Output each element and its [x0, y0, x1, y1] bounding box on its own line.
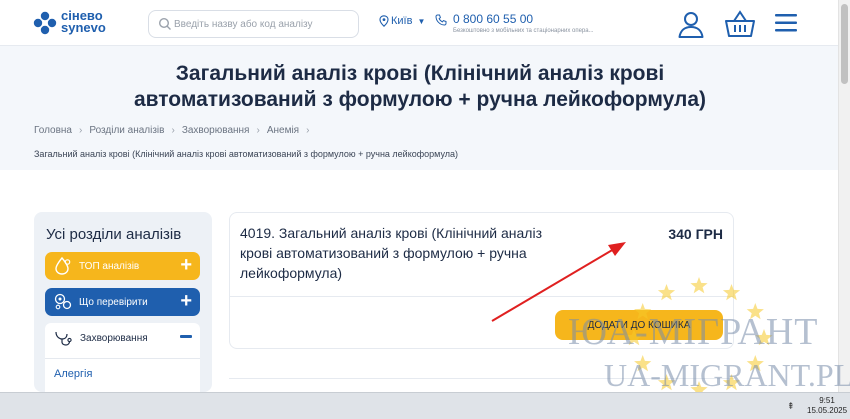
- search-box[interactable]: [148, 10, 359, 38]
- breadcrumb-anemia[interactable]: Анемія: [267, 125, 299, 136]
- stethoscope-icon: [55, 331, 72, 346]
- city-selector[interactable]: Київ ▼: [379, 15, 425, 27]
- sidebar-title: Усі розділи аналізів: [46, 226, 182, 243]
- top-analyses-label: ТОП аналізів: [79, 260, 140, 272]
- tray-expand-icon[interactable]: ⇞: [787, 401, 795, 412]
- diseases-label: Захворювання: [80, 332, 148, 344]
- sidebar-item-allergy[interactable]: Алергія: [54, 368, 92, 380]
- drop-icon: [55, 256, 71, 275]
- scrollbar-thumb[interactable]: [841, 4, 848, 84]
- breadcrumb-chevron-icon: ›: [256, 125, 260, 136]
- divider: [45, 358, 200, 359]
- clock-date: 15.05.2025: [807, 406, 848, 415]
- breadcrumb-home[interactable]: Головна: [34, 125, 72, 136]
- page-scrollbar[interactable]: [838, 0, 850, 392]
- basket-icon[interactable]: [724, 9, 756, 39]
- logo-text: сінево synevo: [61, 9, 106, 35]
- location-pin-icon: [379, 15, 389, 27]
- user-icon[interactable]: [676, 9, 706, 39]
- breadcrumb: Головна › Розділи аналізів › Захворюванн…: [34, 125, 316, 136]
- watermark-line1: ЮА-МІГРАНТ: [568, 311, 819, 353]
- search-input[interactable]: [174, 15, 354, 34]
- logo-flower-icon: [33, 11, 57, 35]
- breadcrumb-diseases[interactable]: Захворювання: [182, 125, 250, 136]
- breadcrumb-chevron-icon: ›: [171, 125, 175, 136]
- watermark-line2: UA-MIGRANT.PL: [604, 357, 850, 393]
- what-to-check-button[interactable]: Що перевірити +: [45, 288, 200, 316]
- search-icon: [158, 17, 171, 30]
- page-title: Загальний аналіз крові (Клінічний аналіз…: [133, 62, 707, 111]
- minus-icon[interactable]: [180, 335, 192, 338]
- diseases-header[interactable]: Захворювання: [54, 330, 148, 346]
- clock[interactable]: 9:51 15.05.2025: [807, 396, 847, 416]
- city-name: Київ: [391, 15, 413, 27]
- breadcrumb-chevron-icon: ›: [79, 125, 83, 136]
- product-price: 340 ГРН: [668, 226, 723, 242]
- star-icon: [722, 284, 741, 301]
- breadcrumb-sections[interactable]: Розділи аналізів: [89, 125, 164, 136]
- cells-icon: [54, 293, 72, 310]
- plus-icon: +: [180, 254, 192, 276]
- clock-time: 9:51: [819, 396, 835, 405]
- plus-icon: +: [180, 290, 192, 312]
- hamburger-menu-icon[interactable]: [774, 12, 798, 34]
- phone-number: 0 800 60 55 00: [453, 12, 534, 26]
- sidebar: Усі розділи аналізів ТОП аналізів + Що п…: [34, 212, 212, 392]
- breadcrumb-chevron-icon: ›: [306, 125, 310, 136]
- phone-icon: [435, 14, 447, 26]
- site-header: сінево synevo Київ ▼ 0 800 60 55 00 Безк…: [0, 0, 838, 46]
- chevron-down-icon: ▼: [417, 16, 426, 26]
- phone-note: Безкоштовно з мобільних та стаціонарних …: [453, 28, 594, 34]
- product-title[interactable]: 4019. Загальний аналіз крові (Клінічний …: [240, 223, 570, 283]
- top-analyses-button[interactable]: ТОП аналізів +: [45, 252, 200, 280]
- synevo-logo[interactable]: сінево synevo: [32, 8, 114, 38]
- breadcrumb-current: Загальний аналіз крові (Клінічний аналіз…: [34, 149, 459, 159]
- star-icon: [657, 284, 676, 301]
- diseases-panel: Захворювання Алергія: [45, 323, 200, 392]
- star-icon: [690, 277, 708, 294]
- logo-line-lat: synevo: [61, 20, 106, 35]
- os-taskbar: ⇞ 9:51 15.05.2025: [0, 392, 850, 419]
- what-to-check-label: Що перевірити: [79, 296, 148, 308]
